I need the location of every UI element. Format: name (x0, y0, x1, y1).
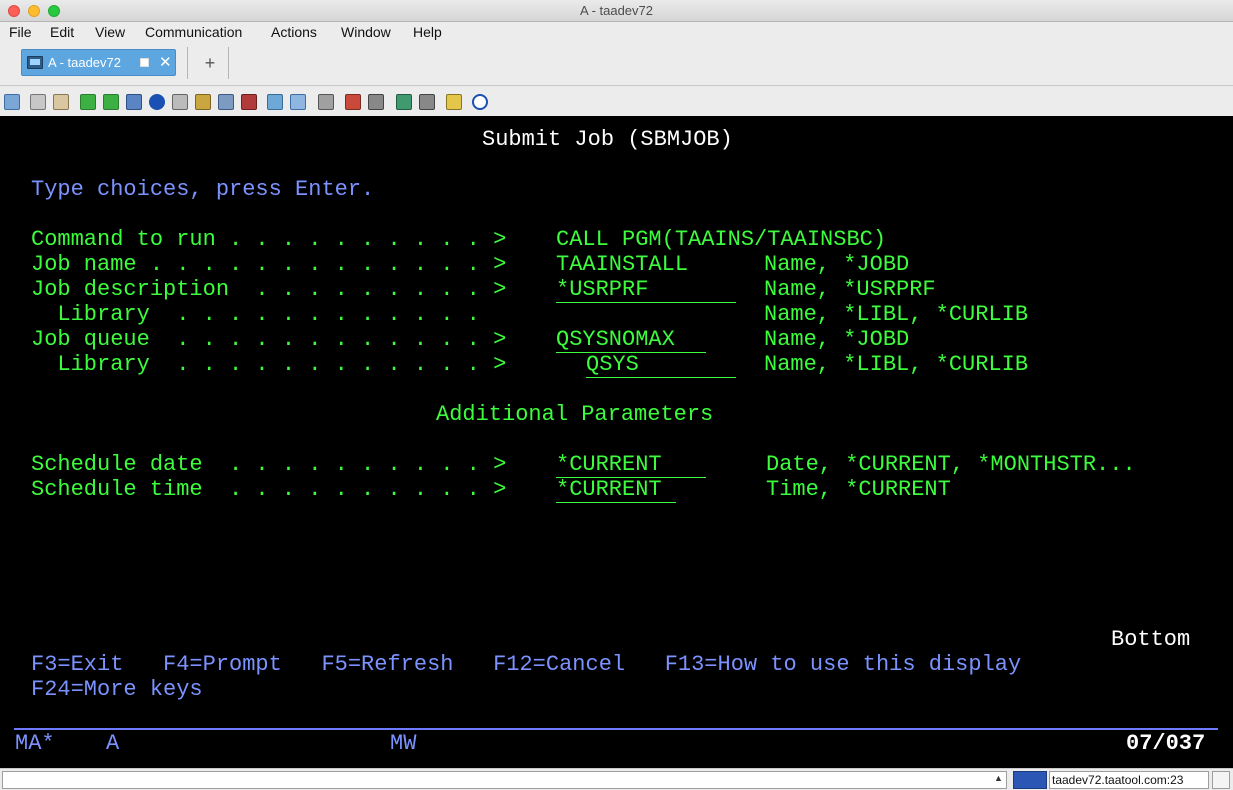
section-title: Additional Parameters (436, 402, 714, 427)
notes-icon[interactable] (446, 94, 462, 110)
schedule-time-field[interactable]: *CURRENT (556, 477, 676, 503)
bottom-indicator: Bottom (1111, 627, 1191, 652)
status-message-field (2, 771, 1007, 789)
window-title-bar: A - taadev72 (0, 0, 1233, 22)
screen-title: Submit Job (SBMJOB) (482, 127, 733, 152)
instruction-text: Type choices, press Enter. (31, 177, 375, 202)
jobd-library-hint: Name, *LIBL, *CURLIB (764, 302, 1029, 327)
security-lock-icon[interactable] (1212, 771, 1230, 789)
play-macro-icon[interactable] (396, 94, 412, 110)
session-tab-label: A - taadev72 (48, 55, 121, 70)
host-address: taadev72.taatool.com:23 (1049, 771, 1209, 789)
command-label: Command to run . . . . . . . . . . > (31, 227, 507, 252)
menu-file[interactable]: File (9, 24, 32, 40)
connection-status-icon (1013, 771, 1047, 789)
job-queue-field[interactable]: QSYSNOMAX (556, 327, 706, 353)
open-folder-icon[interactable] (195, 94, 211, 110)
menu-window[interactable]: Window (341, 24, 391, 40)
copy-append-icon[interactable] (30, 94, 46, 110)
job-description-hint: Name, *USRPRF (764, 277, 936, 302)
tools-icon[interactable] (318, 94, 334, 110)
caret-up-icon[interactable]: ▲ (994, 773, 1003, 783)
command-field[interactable]: CALL PGM(TAAINS/TAAINSBC) (556, 227, 886, 252)
oia-status: MA* (15, 731, 55, 756)
menu-actions[interactable]: Actions (271, 24, 317, 40)
menu-bar: File Edit View Communication Actions Win… (0, 22, 1233, 43)
paste-icon[interactable] (53, 94, 69, 110)
spooled-file-icon[interactable] (241, 94, 257, 110)
file-transfer-icon[interactable] (172, 94, 188, 110)
settings-icon[interactable] (218, 94, 234, 110)
schedule-time-hint: Time, *CURRENT (766, 477, 951, 502)
oia-mode: MW (390, 731, 417, 756)
detach-tab-icon[interactable] (140, 58, 149, 67)
grid-icon[interactable] (290, 94, 306, 110)
upload-icon[interactable] (80, 94, 96, 110)
oia-cursor-position: 07/037 (1126, 731, 1206, 756)
tab-divider (228, 47, 229, 79)
terminal-icon (27, 56, 43, 69)
menu-edit[interactable]: Edit (50, 24, 74, 40)
copy-icon[interactable] (4, 94, 20, 110)
schedule-date-label: Schedule date . . . . . . . . . . > (31, 452, 507, 477)
schedule-date-field[interactable]: *CURRENT (556, 452, 706, 478)
job-description-label: Job description . . . . . . . . . > (31, 277, 507, 302)
job-name-label: Job name . . . . . . . . . . . . . > (31, 252, 507, 277)
jobq-library-hint: Name, *LIBL, *CURLIB (764, 352, 1029, 377)
job-queue-hint: Name, *JOBD (764, 327, 910, 352)
function-keys-line-2[interactable]: F24=More keys (31, 677, 203, 702)
oia-session: A (106, 731, 120, 756)
menu-communication[interactable]: Communication (145, 24, 242, 40)
tab-divider (187, 47, 188, 79)
new-tab-button[interactable]: + (196, 49, 224, 77)
job-queue-label: Job queue . . . . . . . . . . . . > (31, 327, 507, 352)
menu-help[interactable]: Help (413, 24, 442, 40)
print-screen-icon[interactable] (126, 94, 142, 110)
jobq-library-field[interactable]: QSYS (586, 352, 736, 378)
session-tab-strip: A - taadev72 ✕ + (0, 43, 1233, 86)
data-icon[interactable] (267, 94, 283, 110)
terminal-screen[interactable]: Submit Job (SBMJOB) Type choices, press … (0, 116, 1233, 768)
record-macro-icon[interactable] (345, 94, 361, 110)
jobd-library-field[interactable] (586, 302, 736, 303)
jobq-library-label: Library . . . . . . . . . . . . > (31, 352, 507, 377)
menu-view[interactable]: View (95, 24, 125, 40)
job-name-field[interactable]: TAAINSTALL (556, 252, 688, 277)
toolbar (0, 86, 1233, 116)
job-name-hint: Name, *JOBD (764, 252, 910, 277)
schedule-date-hint: Date, *CURRENT, *MONTHSTR... (766, 452, 1136, 477)
function-keys-line-1[interactable]: F3=Exit F4=Prompt F5=Refresh F12=Cancel … (31, 652, 1021, 677)
navigator-icon[interactable] (149, 94, 165, 110)
schedule-time-label: Schedule time . . . . . . . . . . > (31, 477, 507, 502)
close-tab-icon[interactable]: ✕ (159, 53, 172, 71)
download-icon[interactable] (103, 94, 119, 110)
jobd-library-label: Library . . . . . . . . . . . . (31, 302, 480, 327)
pause-macro-icon[interactable] (419, 94, 435, 110)
help-icon[interactable] (472, 94, 488, 110)
status-bar: ▲ taadev72.taatool.com:23 (0, 768, 1233, 790)
oia-separator (14, 728, 1218, 730)
stop-macro-icon[interactable] (368, 94, 384, 110)
window-title: A - taadev72 (580, 3, 653, 18)
job-description-field[interactable]: *USRPRF (556, 277, 706, 303)
session-tab[interactable]: A - taadev72 ✕ (21, 49, 176, 76)
